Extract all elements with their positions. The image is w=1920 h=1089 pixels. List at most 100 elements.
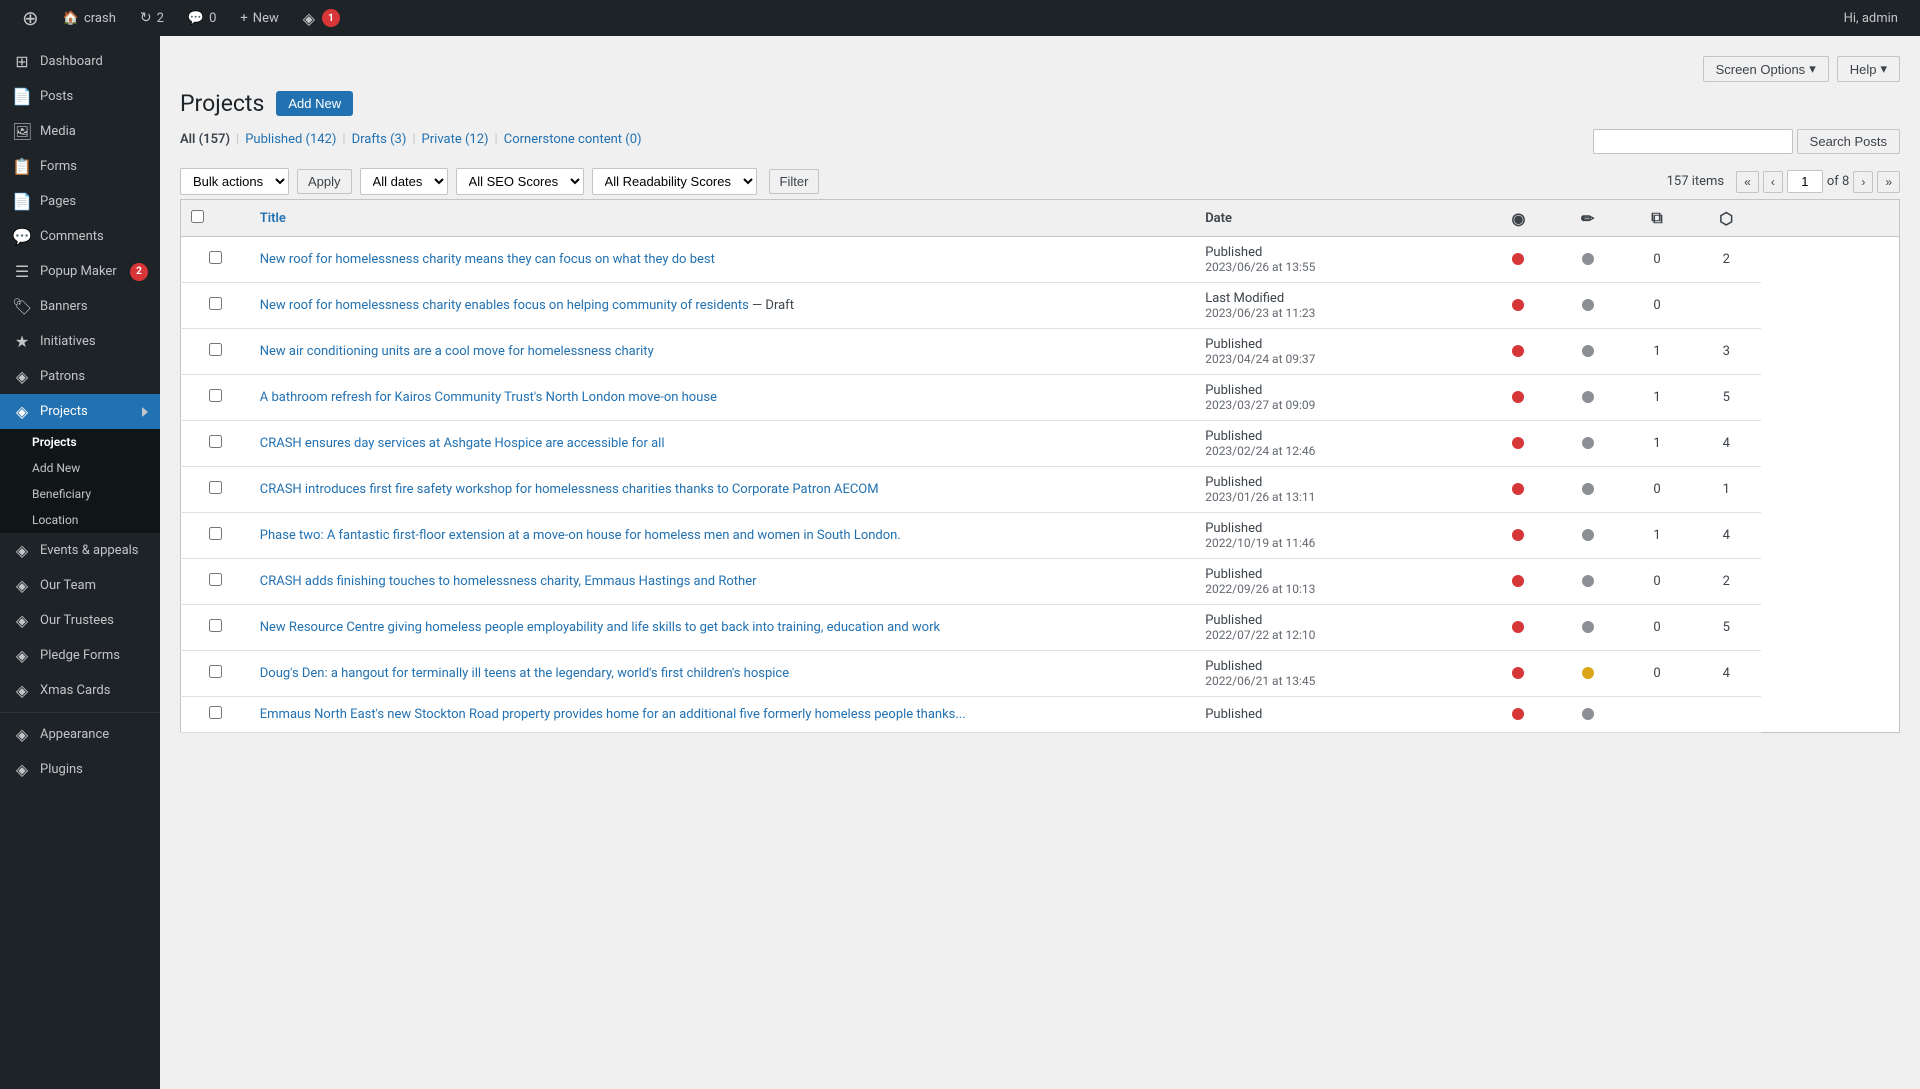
row-checkbox[interactable] [209, 389, 222, 402]
row-checkbox[interactable] [209, 665, 222, 678]
row-title-link[interactable]: Phase two: A fantastic first-floor exten… [260, 528, 901, 543]
sidebar-item-comments[interactable]: 💬 Comments [0, 219, 160, 254]
readability-dot [1582, 253, 1594, 265]
site-name-link[interactable]: 🏠 crash [53, 0, 126, 36]
seo-dot [1512, 345, 1524, 357]
filter-button[interactable]: Filter [769, 169, 820, 194]
sidebar-item-events-appeals[interactable]: ◈ Events & appeals [0, 533, 160, 568]
row-title-link[interactable]: Emmaus North East's new Stockton Road pr… [260, 707, 966, 722]
submenu-item-beneficiary[interactable]: Beneficiary [0, 481, 160, 507]
row-date-cell: Published 2022/10/19 at 11:46 [1195, 513, 1484, 559]
help-button[interactable]: Help ▾ [1837, 56, 1900, 82]
sidebar-item-projects[interactable]: ◈ Projects [0, 394, 160, 429]
sidebar-item-appearance[interactable]: ◈ Appearance [0, 717, 160, 752]
bulk-actions-select[interactable]: Bulk actions [180, 168, 289, 195]
sidebar-item-pledge-forms[interactable]: ◈ Pledge Forms [0, 638, 160, 673]
wp-logo-link[interactable]: ⊕ [12, 0, 49, 36]
table-body: New roof for homelessness charity means … [181, 237, 1900, 733]
sidebar-item-label: Xmas Cards [40, 683, 110, 698]
sidebar-item-pages[interactable]: 📄 Pages [0, 184, 160, 219]
row-checkbox[interactable] [209, 251, 222, 264]
row-checkbox[interactable] [209, 527, 222, 540]
seo-scores-select[interactable]: All SEO Scores [456, 168, 584, 195]
sidebar-item-our-team[interactable]: ◈ Our Team [0, 568, 160, 603]
row-checkbox-cell [181, 237, 250, 283]
row-checkbox[interactable] [209, 619, 222, 632]
readability-select[interactable]: All Readability Scores [592, 168, 757, 195]
sidebar-item-initiatives[interactable]: ★ Initiatives [0, 324, 160, 359]
row-checkbox[interactable] [209, 573, 222, 586]
date-label: Published [1205, 429, 1474, 444]
date-label: Published [1205, 707, 1474, 722]
row-checkbox[interactable] [209, 706, 222, 719]
row-title-link[interactable]: CRASH adds finishing touches to homeless… [260, 574, 757, 589]
yoast-link[interactable]: ◈ 1 [293, 0, 350, 36]
first-page-button[interactable]: « [1736, 171, 1759, 193]
row-title-link[interactable]: New Resource Centre giving homeless peop… [260, 620, 940, 635]
row-title-link[interactable]: Doug's Den: a hangout for terminally ill… [260, 666, 789, 681]
row-num1-cell: 1 [1622, 375, 1691, 421]
row-title-cell: New Resource Centre giving homeless peop… [250, 605, 1195, 651]
readability-icon: ✏ [1581, 209, 1594, 228]
title-sort-link[interactable]: Title [260, 211, 286, 226]
row-title-link[interactable]: New roof for homelessness charity enable… [260, 298, 749, 313]
tab-private[interactable]: Private (12) [422, 132, 489, 147]
tab-all[interactable]: All (157) [180, 132, 230, 147]
tab-published[interactable]: Published (142) [245, 132, 336, 147]
readability-dot [1582, 345, 1594, 357]
row-checkbox-cell [181, 283, 250, 329]
submenu-item-location[interactable]: Location [0, 507, 160, 533]
row-title-link[interactable]: CRASH introduces first fire safety works… [260, 482, 879, 497]
sep1: | [236, 132, 239, 147]
sidebar-item-dashboard[interactable]: ⊞ Dashboard [0, 44, 160, 79]
sidebar-item-patrons[interactable]: ◈ Patrons [0, 359, 160, 394]
date-label: Published [1205, 337, 1474, 352]
row-checkbox[interactable] [209, 297, 222, 310]
events-icon: ◈ [12, 541, 32, 560]
row-checkbox[interactable] [209, 435, 222, 448]
comments-link[interactable]: 💬 0 [178, 0, 227, 36]
next-page-button[interactable]: › [1853, 171, 1873, 193]
tablenav-top: Bulk actions Apply All dates All SEO Sco… [180, 168, 1900, 195]
popup-maker-icon: ☰ [12, 262, 32, 281]
new-content-link[interactable]: + New [230, 0, 288, 36]
prev-page-button[interactable]: ‹ [1763, 171, 1783, 193]
sidebar-item-posts[interactable]: 📄 Posts [0, 79, 160, 114]
sidebar-item-media[interactable]: 🖼 Media [0, 114, 160, 149]
page-input[interactable] [1787, 170, 1823, 193]
seo-dot [1512, 708, 1524, 720]
sidebar-item-xmas-cards[interactable]: ◈ Xmas Cards [0, 673, 160, 708]
search-posts-button[interactable]: Search Posts [1797, 129, 1900, 154]
row-checkbox[interactable] [209, 481, 222, 494]
dates-select[interactable]: All dates [360, 168, 448, 195]
row-title-link[interactable]: New roof for homelessness charity means … [260, 252, 715, 267]
check-all-checkbox[interactable] [191, 210, 204, 223]
submenu-item-add-new[interactable]: Add New [0, 455, 160, 481]
row-checkbox[interactable] [209, 343, 222, 356]
apply-button[interactable]: Apply [297, 169, 352, 194]
last-page-button[interactable]: » [1877, 171, 1900, 193]
tab-cornerstone[interactable]: Cornerstone content (0) [504, 132, 642, 147]
row-title-link[interactable]: CRASH ensures day services at Ashgate Ho… [260, 436, 665, 451]
date-value: 2023/06/26 at 13:55 [1205, 260, 1474, 274]
row-title-link[interactable]: A bathroom refresh for Kairos Community … [260, 390, 717, 405]
sidebar-item-plugins[interactable]: ◈ Plugins [0, 752, 160, 787]
wp-logo-icon: ⊕ [22, 6, 39, 30]
submenu-label: Location [32, 513, 78, 527]
updates-link[interactable]: ↻ 2 [130, 0, 174, 36]
user-greeting: Hi, admin [1834, 11, 1908, 26]
tab-drafts[interactable]: Drafts (3) [352, 132, 407, 147]
sidebar-item-label: Projects [40, 404, 88, 419]
screen-options-button[interactable]: Screen Options ▾ [1703, 56, 1829, 82]
projects-submenu: Projects Add New Beneficiary Location [0, 429, 160, 533]
add-new-button[interactable]: Add New [276, 91, 353, 116]
seo-dot [1512, 529, 1524, 541]
row-num2-cell [1692, 697, 1761, 733]
sidebar-item-banners[interactable]: 🏷 Banners [0, 289, 160, 324]
sidebar-item-popup-maker[interactable]: ☰ Popup Maker 2 [0, 254, 160, 289]
row-title-link[interactable]: New air conditioning units are a cool mo… [260, 344, 654, 359]
sidebar-item-our-trustees[interactable]: ◈ Our Trustees [0, 603, 160, 638]
search-input[interactable] [1593, 129, 1793, 154]
sidebar-item-forms[interactable]: 📋 Forms [0, 149, 160, 184]
submenu-item-projects[interactable]: Projects [0, 429, 160, 455]
